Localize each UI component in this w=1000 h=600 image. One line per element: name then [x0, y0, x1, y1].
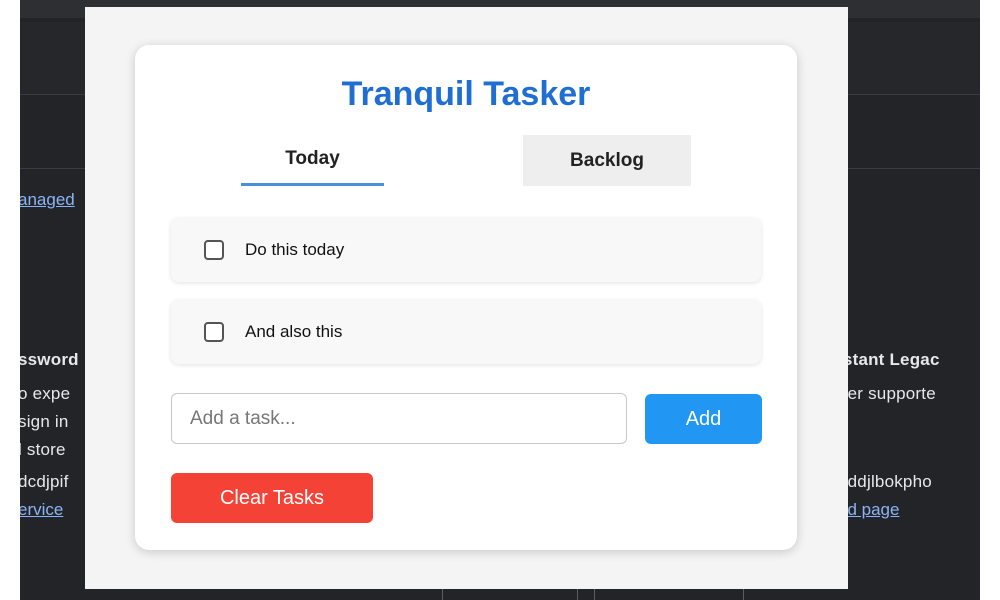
- task-checkbox[interactable]: [204, 322, 224, 342]
- clear-tasks-button[interactable]: Clear Tasks: [171, 473, 373, 523]
- task-label: Do this today: [245, 240, 345, 259]
- app-title: Tranquil Tasker: [341, 75, 591, 113]
- task-label: And also this: [245, 322, 343, 341]
- task-item: Do this today: [171, 218, 761, 282]
- background-card-text-left-1: o expe: [20, 384, 71, 403]
- task-checkbox[interactable]: [204, 240, 224, 260]
- background-card-id-right: dddjlbokpho: [838, 472, 932, 491]
- extension-popup: Tranquil Tasker Today Backlog Do this to…: [85, 7, 848, 589]
- background-card-text-right: ger supporte: [838, 384, 936, 403]
- tab-today[interactable]: Today: [241, 135, 384, 186]
- background-card-id-left: dcdjpif: [20, 472, 69, 491]
- tab-backlog[interactable]: Backlog: [523, 135, 691, 186]
- background-card-text-left-2: sign in: [20, 412, 69, 431]
- add-task-input[interactable]: [171, 393, 627, 444]
- tasker-card: Tranquil Tasker Today Backlog Do this to…: [135, 45, 797, 550]
- background-link-service[interactable]: ervice: [20, 500, 63, 520]
- background-card-title-right: istant Legac: [838, 350, 940, 369]
- add-button[interactable]: Add: [645, 394, 762, 444]
- task-item: And also this: [171, 300, 761, 364]
- background-link-managed[interactable]: anaged: [20, 190, 75, 210]
- background-card-title-left: ssword: [20, 350, 79, 369]
- background-card-text-left-3: l store: [20, 440, 66, 459]
